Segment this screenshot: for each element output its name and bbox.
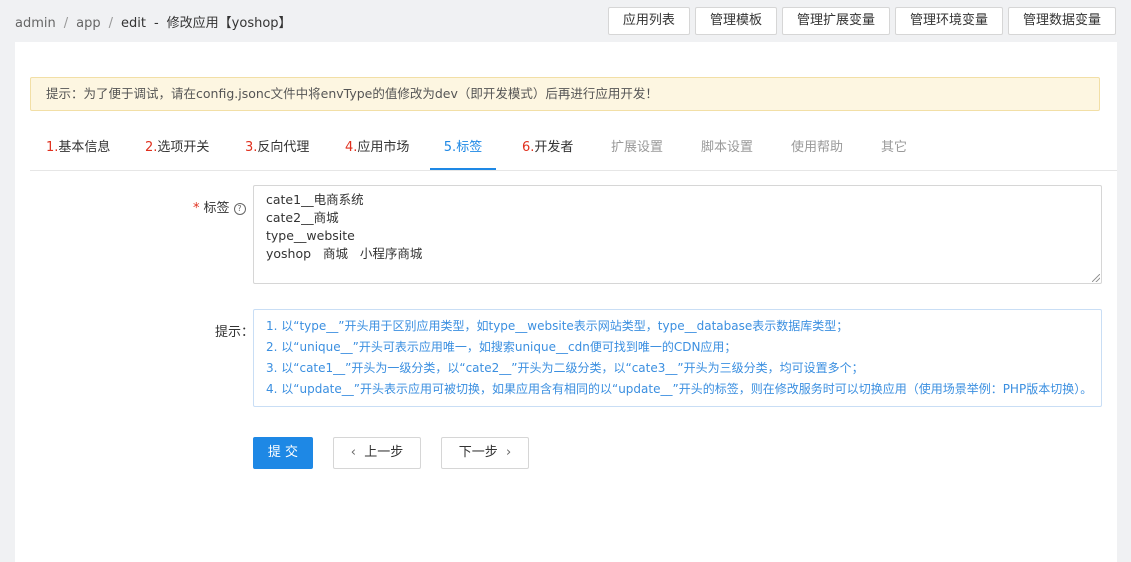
breadcrumb-item-app[interactable]: app (76, 16, 100, 31)
manage-templates-button[interactable]: 管理模板 (694, 7, 777, 35)
manage-extension-vars-button[interactable]: 管理扩展变量 (781, 7, 890, 35)
prev-step-label: 上一步 (364, 445, 404, 460)
tab-number: 4. (345, 140, 358, 155)
hint-line: 1. 以“type__”开头用于区别应用类型，如type__website表示网… (266, 319, 849, 333)
hint-label: 提示： (215, 325, 255, 340)
tab-tags[interactable]: 5.标签 (430, 130, 496, 170)
tab-number: 2. (145, 140, 158, 155)
tab-option-switches[interactable]: 2.选项开关 (145, 130, 209, 169)
tab-other[interactable]: 其它 (881, 130, 907, 169)
tags-textarea[interactable]: cate1__电商系统 cate2__商城 type__website yosh… (253, 185, 1102, 284)
breadcrumb-dash: - (153, 16, 159, 31)
manage-env-vars-button[interactable]: 管理环境变量 (894, 7, 1003, 35)
breadcrumb-item-edit: edit (121, 16, 146, 31)
tag-line: cate2__商城 (266, 210, 339, 225)
main-card: 提示：为了便于调试，请在config.jsonc文件中将envType的值修改为… (15, 42, 1117, 562)
dev-mode-notice: 提示：为了便于调试，请在config.jsonc文件中将envType的值修改为… (30, 77, 1100, 111)
prev-step-button[interactable]: ‹ 上一步 (333, 437, 421, 469)
top-bar: admin / app / edit - 修改应用【yoshop】 应用列表 管理模板 管理… (0, 0, 1131, 42)
breadcrumb-item-admin[interactable]: admin (15, 16, 56, 31)
tab-reverse-proxy[interactable]: 3.反向代理 (245, 130, 309, 169)
tab-number: 5. (443, 140, 457, 155)
tab-label: 选项开关 (157, 140, 210, 155)
hint-line: 2. 以“unique__”开头可表示应用唯一，如搜索unique__cdn便可… (266, 340, 737, 354)
tab-app-market[interactable]: 4.应用市场 (345, 130, 409, 169)
app-list-button[interactable]: 应用列表 (607, 7, 690, 35)
tab-script-settings[interactable]: 脚本设置 (701, 130, 753, 169)
tab-help[interactable]: 使用帮助 (791, 130, 843, 169)
tags-label-text: 标签 (203, 201, 230, 216)
hint-line: 3. 以“cate1__”开头为一级分类，以“cate2__”开头为二级分类，以… (266, 361, 864, 375)
tab-bar: 1.基本信息 2.选项开关 3.反向代理 4.应用市场 5.标签 6.开发者 扩… (30, 130, 1117, 171)
breadcrumb: admin / app / edit - 修改应用【yoshop】 (15, 12, 292, 31)
breadcrumb-separator: / (108, 16, 113, 31)
tags-label: * 标签? (193, 197, 246, 216)
submit-button[interactable]: 提 交 (253, 437, 313, 469)
required-mark: * (193, 201, 200, 216)
manage-data-vars-button[interactable]: 管理数据变量 (1007, 7, 1116, 35)
tab-label: 标签 (456, 140, 483, 155)
hint-line: 4. 以“update__”开头表示应用可被切换，如果应用含有相同的以“upda… (266, 382, 1093, 396)
hint-box: 1. 以“type__”开头用于区别应用类型，如type__website表示网… (253, 309, 1102, 407)
chevron-right-icon: › (506, 445, 512, 460)
top-actions: 应用列表 管理模板 管理扩展变量 管理环境变量 管理数据变量 (607, 7, 1116, 35)
tag-line: cate1__电商系统 (266, 192, 364, 207)
tab-number: 1. (46, 140, 59, 155)
tab-label: 反向代理 (257, 140, 310, 155)
resize-handle[interactable] (1092, 274, 1100, 282)
tab-number: 6. (522, 140, 535, 155)
tab-label: 基本信息 (58, 140, 111, 155)
next-step-button[interactable]: 下一步 › (441, 437, 529, 469)
page-title: 修改应用【yoshop】 (166, 16, 292, 31)
tab-number: 3. (245, 140, 258, 155)
tab-basic-info[interactable]: 1.基本信息 (46, 130, 110, 169)
breadcrumb-separator: / (63, 16, 69, 31)
next-step-label: 下一步 (458, 445, 498, 460)
tag-line: type__website (266, 228, 355, 243)
tab-label: 开发者 (534, 140, 574, 155)
tab-label: 应用市场 (357, 140, 410, 155)
tab-developer[interactable]: 6.开发者 (522, 130, 573, 169)
tab-extension-settings[interactable]: 扩展设置 (611, 130, 663, 169)
chevron-left-icon: ‹ (350, 445, 356, 460)
tag-line: yoshop 商城 小程序商城 (266, 246, 423, 261)
question-circle-icon[interactable]: ? (233, 203, 246, 215)
